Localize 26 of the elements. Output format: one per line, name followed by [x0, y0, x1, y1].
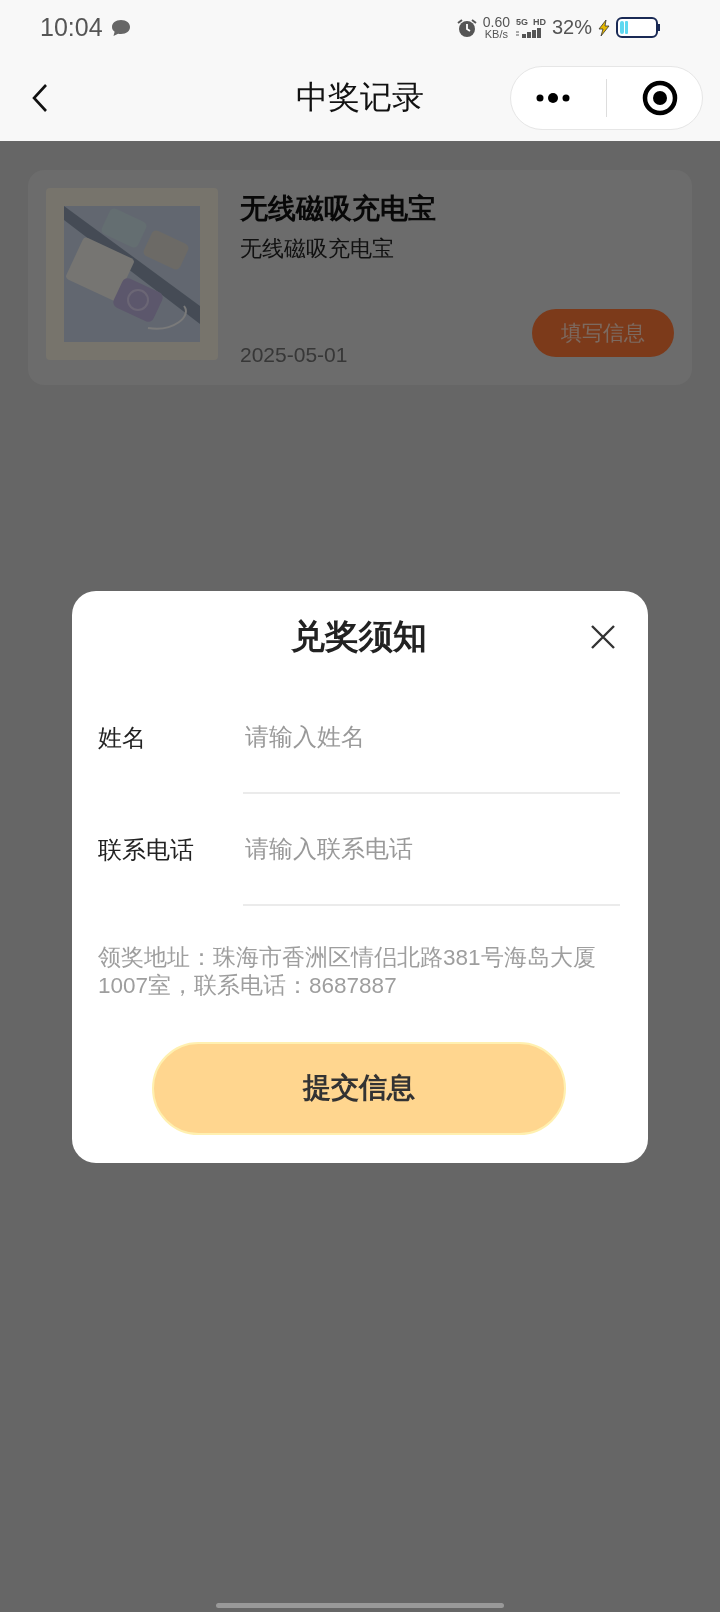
network-speed: 0.60	[482, 15, 510, 29]
field-label: 姓名	[98, 722, 147, 753]
dialog-title: 兑奖须知	[291, 615, 427, 657]
page-title: 中奖记录	[296, 78, 424, 117]
close-button[interactable]	[590, 623, 616, 650]
chevron-left-icon	[31, 83, 49, 113]
prize-description: 无线磁吸充电宝	[240, 235, 395, 263]
alarm-icon	[456, 17, 477, 38]
hd-label: HD	[532, 17, 546, 27]
battery-icon	[616, 16, 660, 39]
more-icon	[534, 92, 571, 104]
address-note: 领奖地址：珠海市香洲区情侣北路381号海岛大厦1007室，联系电话：8687887	[98, 943, 597, 1000]
submit-button[interactable]: 提交信息	[152, 1041, 566, 1135]
network-type: 5G	[515, 17, 528, 27]
message-icon	[110, 18, 131, 37]
field-label: 联系电话	[98, 834, 195, 865]
clock-time: 10:04	[40, 13, 103, 42]
speed-unit: KB/s	[484, 29, 508, 40]
signal-icon	[515, 27, 542, 38]
battery-percent: 32%	[551, 16, 592, 39]
close-icon	[590, 623, 616, 650]
target-icon	[642, 80, 679, 116]
input-field[interactable]: 请输入姓名	[243, 681, 620, 794]
charging-icon	[598, 19, 610, 36]
prize-title: 无线磁吸充电宝	[240, 192, 437, 226]
input-field[interactable]: 请输入联系电话	[243, 793, 620, 906]
